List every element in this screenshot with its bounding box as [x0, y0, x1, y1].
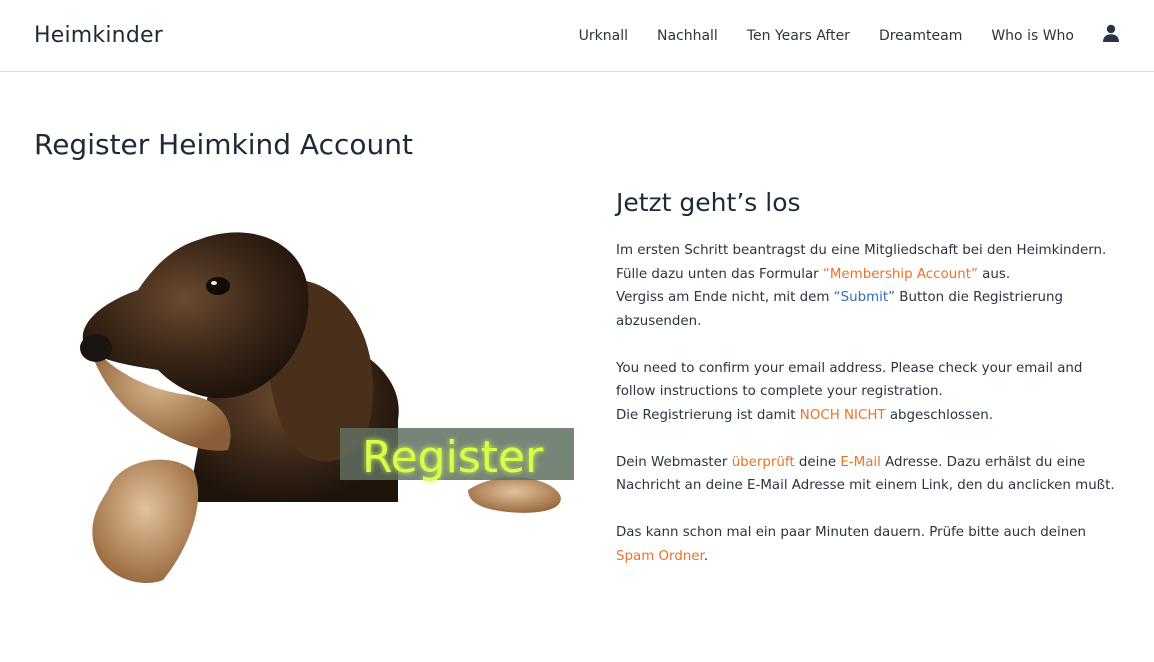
submit-link[interactable]: “Submit” [834, 290, 895, 305]
nav-item-ten-years-after[interactable]: Ten Years After [747, 28, 850, 44]
membership-account-link[interactable]: “Membership Account” [823, 267, 978, 282]
text: Die Registrierung ist damit [616, 407, 800, 423]
user-icon[interactable] [1102, 24, 1120, 42]
text: . [703, 548, 709, 564]
spam-folder-highlight: Spam Ordner [616, 548, 704, 564]
nav-item-who-is-who[interactable]: Who is Who [991, 28, 1074, 44]
text: Dein Webmaster [616, 454, 732, 470]
ueberprueft-highlight: überprüft [731, 454, 795, 470]
register-intro: Jetzt geht’s los Im ersten Schritt beant… [616, 188, 1116, 592]
paragraph-spam: Das kann schon mal ein paar Minuten daue… [616, 521, 1116, 568]
text: aus. [977, 266, 1011, 282]
noch-nicht-highlight: NOCH NICHT [799, 407, 886, 423]
top-navbar: Heimkinder Urknall Nachhall Ten Years Af… [0, 0, 1154, 72]
nav-item-dreamteam[interactable]: Dreamteam [879, 28, 962, 44]
dog-illustration: Register [68, 220, 576, 596]
email-highlight: E-Mail [840, 454, 881, 470]
site-brand[interactable]: Heimkinder [34, 23, 163, 48]
register-dog-image: Register [68, 220, 576, 596]
text: Das kann schon mal ein paar Minuten daue… [616, 525, 1086, 540]
text: You need to confirm your email address. … [616, 360, 1083, 400]
text: Vergiss am Ende nicht, mit dem [616, 290, 834, 305]
main-nav: Urknall Nachhall Ten Years After Dreamte… [550, 24, 1120, 45]
paragraph-confirm-email: You need to confirm your email address. … [616, 357, 1116, 428]
page-title: Register Heimkind Account [34, 128, 413, 161]
section-heading: Jetzt geht’s los [616, 188, 801, 217]
paragraph-membership: Im ersten Schritt beantragst du eine Mit… [616, 239, 1116, 333]
paragraph-webmaster: Dein Webmaster überprüft deine E-Mail Ad… [616, 451, 1116, 498]
text: abgeschlossen. [885, 407, 993, 423]
text: deine [794, 454, 841, 470]
nav-item-nachhall[interactable]: Nachhall [657, 28, 718, 44]
register-overlay-text: Register [362, 432, 544, 483]
nav-item-urknall[interactable]: Urknall [579, 28, 628, 44]
